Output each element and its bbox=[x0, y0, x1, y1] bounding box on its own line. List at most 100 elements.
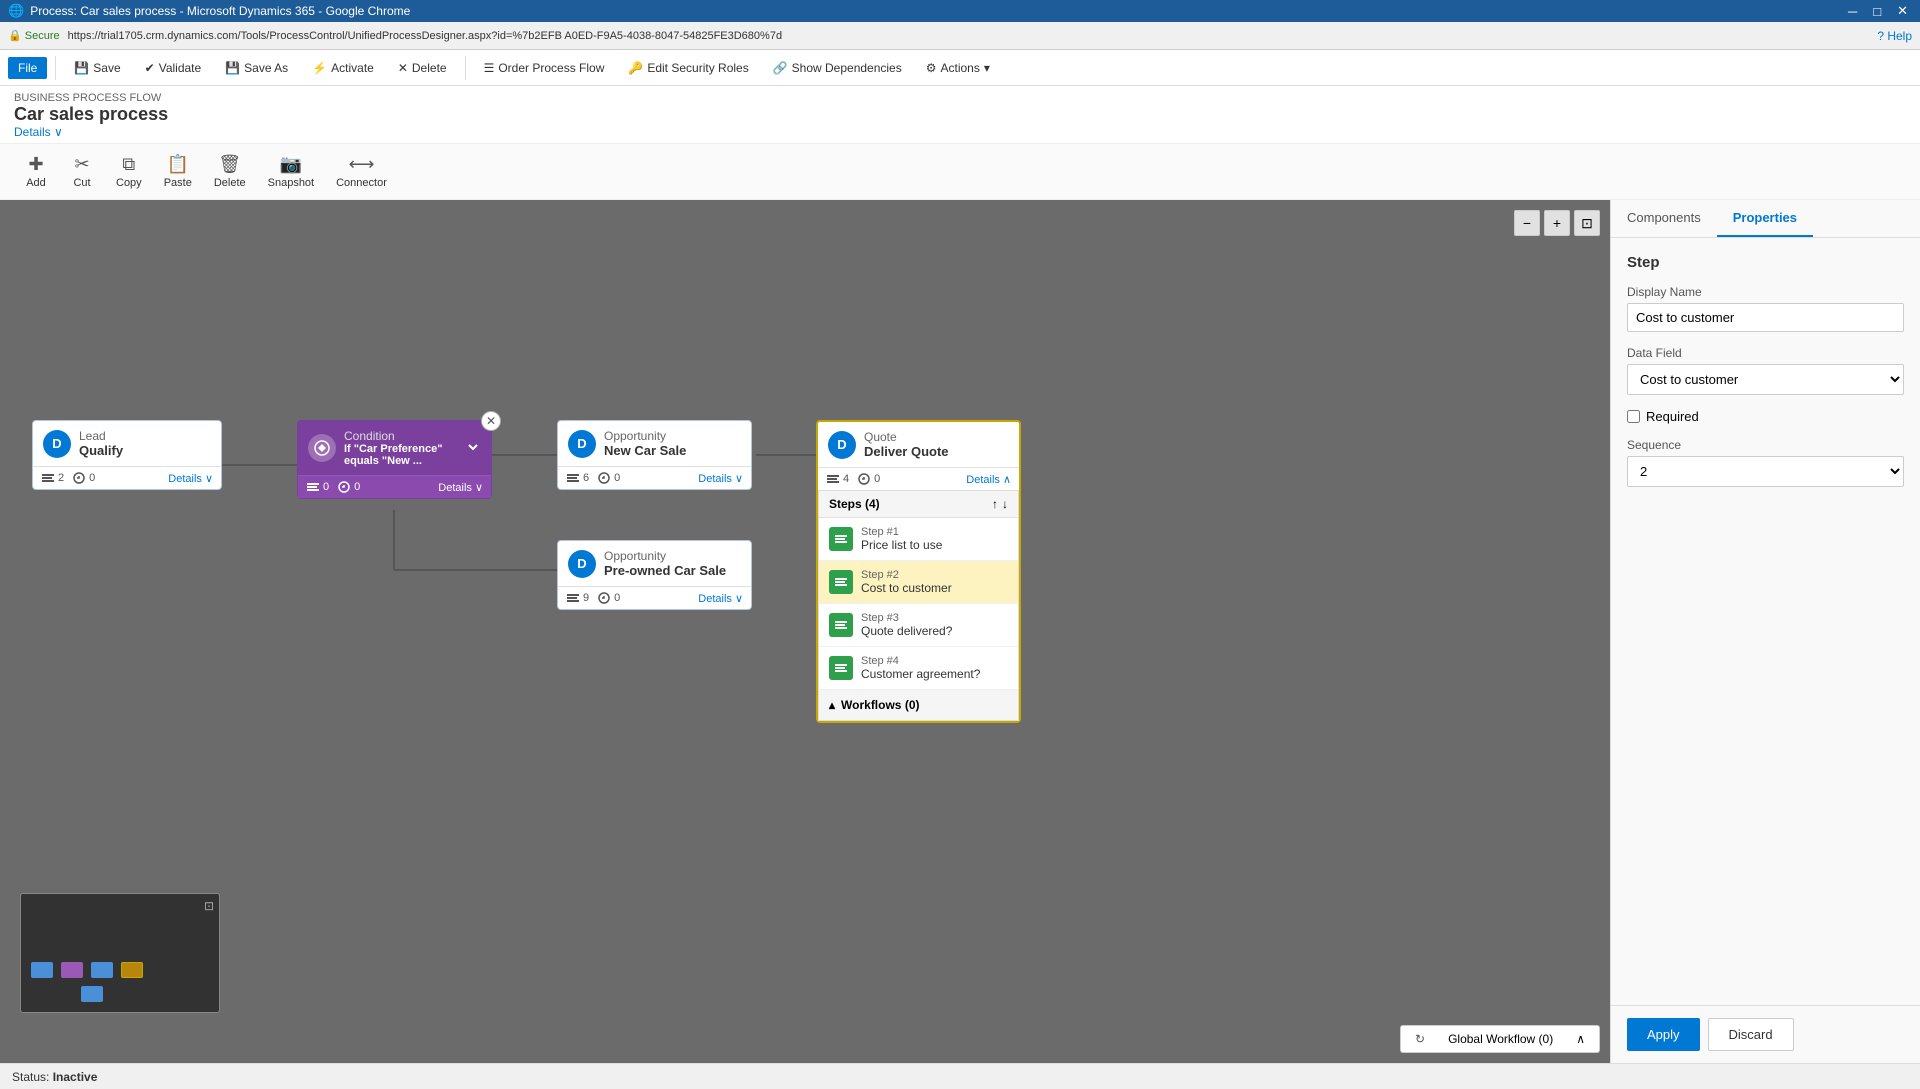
fit-btn[interactable]: ⊡ bbox=[1574, 210, 1600, 236]
node-opportunity-preowned[interactable]: D Opportunity Pre-owned Car Sale 9 0 Det… bbox=[557, 540, 752, 610]
discard-btn[interactable]: Discard bbox=[1708, 1018, 1794, 1051]
zoom-in-btn[interactable]: + bbox=[1544, 210, 1570, 236]
canvas-svg bbox=[0, 200, 1610, 1063]
opp-new-details-btn[interactable]: Details ∨ bbox=[698, 472, 743, 485]
sequence-select[interactable]: 2 bbox=[1627, 456, 1904, 487]
toolbar-connector[interactable]: ⟷ Connector bbox=[326, 150, 397, 193]
tab-components[interactable]: Components bbox=[1611, 200, 1717, 237]
sequence-group: Sequence 2 bbox=[1627, 438, 1904, 487]
opp-preowned-icon: D bbox=[568, 550, 596, 578]
condition-close-btn[interactable]: ✕ bbox=[481, 411, 501, 431]
help-btn[interactable]: ? Help bbox=[1877, 29, 1912, 43]
activate-icon: ⚡ bbox=[312, 61, 327, 75]
toolbar-delete-icon: 🗑 bbox=[218, 154, 241, 175]
global-workflow-label: Global Workflow (0) bbox=[1448, 1032, 1553, 1046]
details-link[interactable]: Details ∨ bbox=[14, 125, 1906, 139]
quote-flows-badge: 0 bbox=[857, 472, 880, 486]
global-workflow-expand-icon[interactable]: ∧ bbox=[1576, 1032, 1585, 1046]
data-field-select[interactable]: Cost to customer bbox=[1627, 364, 1904, 395]
required-checkbox[interactable] bbox=[1627, 410, 1640, 423]
node-lead[interactable]: D Lead Qualify 2 0 Details ∨ bbox=[32, 420, 222, 490]
right-panel: Components Properties Step Display Name … bbox=[1610, 200, 1920, 1063]
opportunity-new-entity: Opportunity bbox=[604, 429, 686, 443]
page-title: Car sales process bbox=[14, 104, 1906, 125]
zoom-out-btn[interactable]: − bbox=[1514, 210, 1540, 236]
minimap-opp-preowned bbox=[81, 986, 103, 1002]
steps-panel: Steps (4) ↑ ↓ Step #1 Price list to use bbox=[818, 490, 1019, 721]
display-name-group: Display Name bbox=[1627, 285, 1904, 332]
address-bar: 🔒 Secure https://trial1705.crm.dynamics.… bbox=[0, 22, 1920, 50]
delete-btn[interactable]: ✕ Delete bbox=[388, 57, 457, 79]
quote-label: Deliver Quote bbox=[864, 444, 949, 459]
breadcrumb: BUSINESS PROCESS FLOW bbox=[14, 92, 1906, 104]
lead-details-btn[interactable]: Details ∨ bbox=[168, 472, 213, 485]
cut-icon: ✂ bbox=[74, 154, 89, 175]
edit-security-roles-btn[interactable]: 🔑 Edit Security Roles bbox=[618, 57, 758, 79]
panel-tabs: Components Properties bbox=[1611, 200, 1920, 238]
opp-preowned-label: Pre-owned Car Sale bbox=[604, 563, 726, 578]
status-label: Status: bbox=[12, 1070, 49, 1084]
opp-new-flows-badge: 0 bbox=[597, 471, 620, 485]
status-value: Inactive bbox=[53, 1070, 98, 1084]
order-process-flow-btn[interactable]: ☰ Order Process Flow bbox=[474, 57, 615, 79]
steps-sort-arrows[interactable]: ↑ ↓ bbox=[992, 497, 1008, 511]
toolbar-copy[interactable]: ⧉ Copy bbox=[106, 150, 152, 193]
step-item-2[interactable]: Step #2 Cost to customer bbox=[819, 561, 1018, 604]
main-layout: − + ⊡ D Lead Qualify bbox=[0, 200, 1920, 1063]
validate-btn[interactable]: ✔ Validate bbox=[135, 57, 212, 79]
quote-details-btn[interactable]: Details ∧ bbox=[966, 473, 1011, 486]
node-condition[interactable]: Condition If "Car Preference" equals "Ne… bbox=[297, 420, 492, 499]
node-quote[interactable]: D Quote Deliver Quote 4 0 Details ∧ bbox=[816, 420, 1021, 723]
quote-entity: Quote bbox=[864, 430, 949, 444]
global-workflow-bar[interactable]: ↻ Global Workflow (0) ∧ bbox=[1400, 1025, 1600, 1053]
actions-btn[interactable]: ⚙ Actions ▾ bbox=[916, 57, 1000, 79]
steps-header-label: Steps (4) bbox=[829, 497, 880, 511]
step-item-4[interactable]: Step #4 Customer agreement? bbox=[819, 647, 1018, 690]
status-bar: Status: Inactive bbox=[0, 1063, 1920, 1089]
lead-icon: D bbox=[43, 430, 71, 458]
step-1-num: Step #1 bbox=[861, 526, 942, 538]
panel-footer: Apply Discard bbox=[1611, 1005, 1920, 1063]
opp-preowned-details-btn[interactable]: Details ∨ bbox=[698, 592, 743, 605]
dependencies-icon: 🔗 bbox=[773, 61, 788, 75]
delete-icon: ✕ bbox=[398, 61, 408, 75]
step-item-1[interactable]: Step #1 Price list to use bbox=[819, 518, 1018, 561]
toolbar-add[interactable]: ✚ Add bbox=[14, 150, 58, 193]
condition-details-btn[interactable]: Details ∨ bbox=[438, 481, 483, 494]
step-4-icon bbox=[829, 656, 853, 680]
step-4-desc: Customer agreement? bbox=[861, 667, 980, 681]
step-item-3[interactable]: Step #3 Quote delivered? bbox=[819, 604, 1018, 647]
tab-properties[interactable]: Properties bbox=[1717, 200, 1813, 237]
maximize-btn[interactable]: □ bbox=[1869, 3, 1885, 19]
close-btn[interactable]: ✕ bbox=[1893, 3, 1912, 19]
activate-btn[interactable]: ⚡ Activate bbox=[302, 57, 384, 79]
browser-icon: 🌐 bbox=[8, 3, 24, 19]
minimize-btn[interactable]: ─ bbox=[1844, 3, 1861, 19]
canvas[interactable]: − + ⊡ D Lead Qualify bbox=[0, 200, 1610, 1063]
toolbar-delete[interactable]: 🗑 Delete bbox=[204, 150, 256, 193]
condition-label: If "Car Preference" equals "New ... bbox=[344, 443, 457, 467]
workflows-collapse-icon: ▴ bbox=[829, 698, 835, 712]
save-as-btn[interactable]: 💾 Save As bbox=[215, 57, 298, 79]
step-1-desc: Price list to use bbox=[861, 538, 942, 552]
data-field-label: Data Field bbox=[1627, 346, 1904, 360]
url-bar[interactable]: https://trial1705.crm.dynamics.com/Tools… bbox=[68, 30, 1870, 42]
step-4-num: Step #4 bbox=[861, 655, 980, 667]
condition-flows-badge: 0 bbox=[337, 480, 360, 494]
display-name-input[interactable] bbox=[1627, 303, 1904, 332]
show-dependencies-btn[interactable]: 🔗 Show Dependencies bbox=[763, 57, 912, 79]
toolbar-snapshot[interactable]: 📷 Snapshot bbox=[258, 150, 324, 193]
lead-flows-badge: 0 bbox=[72, 471, 95, 485]
workflows-label: Workflows (0) bbox=[841, 698, 919, 712]
secure-icon: 🔒 Secure bbox=[8, 29, 60, 42]
node-opportunity-new[interactable]: D Opportunity New Car Sale 6 0 Details ∨ bbox=[557, 420, 752, 490]
minimap-expand-icon[interactable]: ⊡ bbox=[204, 899, 214, 913]
toolbar-cut[interactable]: ✂ Cut bbox=[60, 150, 104, 193]
file-btn[interactable]: File bbox=[8, 57, 47, 79]
save-btn[interactable]: 💾 Save bbox=[64, 57, 130, 79]
display-name-label: Display Name bbox=[1627, 285, 1904, 299]
save-as-icon: 💾 bbox=[225, 61, 240, 75]
toolbar-paste[interactable]: 📋 Paste bbox=[154, 150, 202, 193]
condition-steps-badge: 0 bbox=[306, 480, 329, 494]
apply-btn[interactable]: Apply bbox=[1627, 1018, 1700, 1051]
